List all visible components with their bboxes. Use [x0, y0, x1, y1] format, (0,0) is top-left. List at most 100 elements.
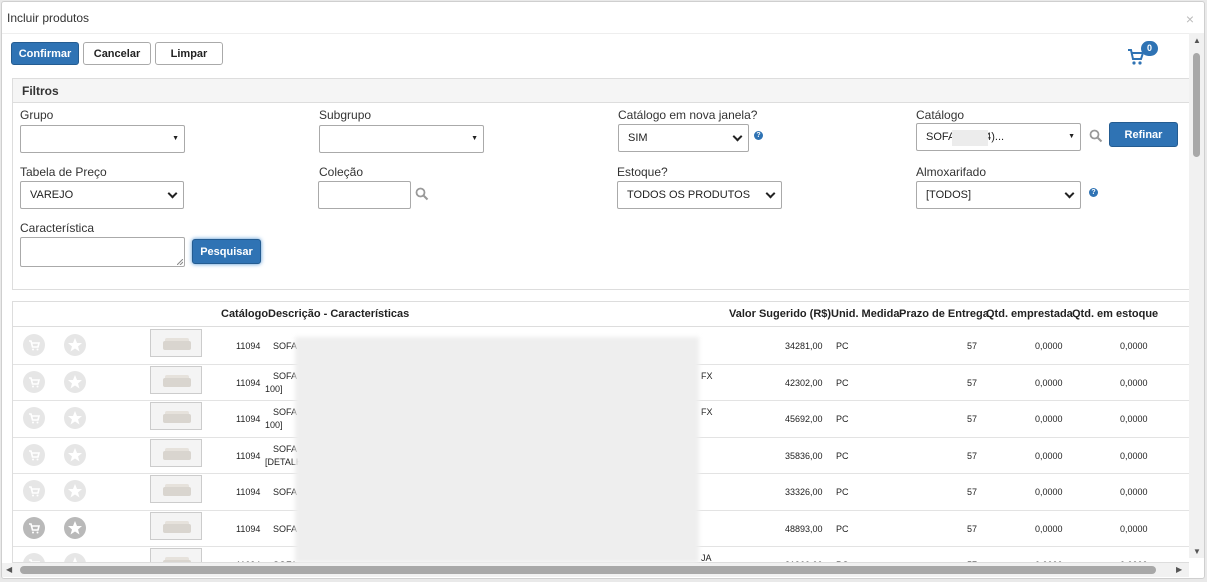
col-qtd-emprestada[interactable]: Qtd. emprestada: [986, 308, 1073, 320]
cell-qtd-estoque: 0,0000: [1120, 450, 1148, 461]
help-icon[interactable]: ?: [1089, 188, 1098, 197]
cell-valor-sugerido: 34281,00: [785, 341, 823, 351]
cart-button[interactable]: 0: [1127, 41, 1158, 69]
product-thumbnail[interactable]: [150, 548, 202, 562]
almoxarifado-select[interactable]: [TODOS]: [916, 181, 1081, 209]
cell-descricao: SOFA: [273, 443, 298, 454]
col-prazo-entrega[interactable]: Prazo de Entrega: [899, 308, 989, 320]
cell-qtd-estoque: 0,0000: [1120, 414, 1148, 424]
add-to-cart-icon[interactable]: [23, 370, 45, 393]
col-valor-sugerido[interactable]: Valor Sugerido (R$): [729, 308, 831, 320]
cell-descricao: SOFA: [273, 523, 298, 534]
product-thumbnail[interactable]: [150, 365, 202, 394]
cell-unid-medida: PC: [836, 341, 849, 351]
scroll-right-icon[interactable]: ▶: [1176, 565, 1182, 574]
vertical-scrollbar[interactable]: ▲ ▼: [1189, 33, 1204, 558]
cell-descricao-tail: JA: [701, 553, 712, 563]
close-icon[interactable]: ×: [1186, 11, 1194, 27]
caracteristica-textarea[interactable]: [20, 237, 185, 267]
horizontal-scrollbar[interactable]: ◀ ▶: [2, 563, 1189, 577]
confirmar-button[interactable]: Confirmar: [11, 42, 79, 65]
cell-qtd-emprestada: 0,0000: [1035, 377, 1063, 388]
add-to-cart-icon[interactable]: [23, 553, 45, 562]
cell-descricao-line2: 100]: [265, 420, 283, 430]
col-qtd-estoque[interactable]: Qtd. em estoque: [1072, 308, 1158, 320]
search-icon[interactable]: [1089, 129, 1103, 143]
search-icon[interactable]: [415, 187, 429, 201]
catalogo-nova-janela-select[interactable]: SIM: [618, 124, 749, 152]
grupo-select[interactable]: ▼: [20, 125, 185, 153]
add-to-cart-icon[interactable]: [23, 516, 45, 539]
col-descricao[interactable]: Descrição - Características: [268, 308, 409, 320]
cell-qtd-emprestada: 0,0000: [1035, 414, 1063, 424]
cell-descricao: SOFA: [273, 487, 298, 497]
grupo-label: Grupo: [20, 108, 54, 122]
colecao-input[interactable]: [318, 181, 411, 209]
cell-catalogo: 11094: [236, 377, 261, 388]
add-to-cart-icon[interactable]: [23, 407, 45, 429]
product-thumbnail[interactable]: [150, 511, 202, 540]
add-to-cart-icon[interactable]: [23, 480, 45, 502]
scroll-down-icon[interactable]: ▼: [1193, 547, 1201, 556]
scroll-left-icon[interactable]: ◀: [6, 565, 12, 574]
modal-title: Incluir produtos: [7, 11, 90, 25]
cell-descricao: SOFA: [273, 407, 298, 417]
add-to-cart-icon[interactable]: [23, 443, 45, 466]
add-to-cart-icon[interactable]: [23, 334, 45, 356]
product-thumbnail[interactable]: [150, 475, 202, 503]
vertical-scroll-thumb[interactable]: [1193, 53, 1200, 157]
catalogo-nova-janela-label: Catálogo em nova janela?: [618, 108, 758, 122]
pesquisar-button[interactable]: Pesquisar: [192, 239, 261, 264]
cell-qtd-emprestada: 0,0000: [1035, 341, 1063, 351]
cell-catalogo: 11094: [236, 523, 261, 534]
tabela-preco-select[interactable]: VAREJO: [20, 181, 184, 209]
cell-qtd-emprestada: 0,0000: [1035, 487, 1063, 497]
cell-qtd-emprestada: 0,0000: [1035, 450, 1063, 461]
scroll-up-icon[interactable]: ▲: [1193, 36, 1201, 45]
cell-prazo-entrega: 57: [967, 377, 978, 388]
cell-prazo-entrega: 57: [967, 341, 978, 351]
cell-catalogo: 11094: [236, 450, 261, 461]
star-icon[interactable]: [64, 334, 86, 356]
cell-valor-sugerido: 48893,00: [785, 523, 823, 534]
cell-descricao-line2: 100]: [265, 383, 283, 394]
catalogo-nova-janela-value: SIM: [628, 132, 648, 144]
cell-prazo-entrega: 57: [967, 450, 978, 461]
estoque-value: TODOS OS PRODUTOS: [627, 189, 751, 201]
catalogo-label: Catálogo: [916, 108, 965, 122]
col-catalogo[interactable]: Catálogo: [221, 308, 268, 320]
catalogo-select[interactable]: SOFA (11094)... ▼: [916, 123, 1081, 151]
star-icon[interactable]: [64, 443, 86, 466]
limpar-button[interactable]: Limpar: [155, 42, 223, 65]
refinar-button[interactable]: Refinar: [1109, 122, 1178, 147]
star-icon[interactable]: [64, 516, 86, 539]
cell-catalogo: 11094: [236, 414, 261, 424]
cell-prazo-entrega: 57: [967, 487, 978, 497]
help-icon[interactable]: ?: [754, 131, 763, 140]
horizontal-scroll-thumb[interactable]: [20, 566, 1156, 574]
cell-descricao: SOFA: [273, 370, 298, 381]
cell-descricao-tail: FX: [701, 407, 713, 417]
incluir-produtos-modal: Incluir produtos × Confirmar Cancelar Li…: [1, 1, 1205, 579]
product-thumbnail[interactable]: [150, 402, 202, 430]
cancelar-button[interactable]: Cancelar: [83, 42, 151, 65]
cell-unid-medida: PC: [836, 450, 849, 461]
star-icon[interactable]: [64, 480, 86, 502]
star-icon[interactable]: [64, 407, 86, 429]
resize-handle-icon[interactable]: [177, 259, 183, 265]
chevron-down-icon: [765, 188, 776, 199]
star-icon[interactable]: [64, 370, 86, 393]
star-icon[interactable]: [64, 553, 86, 562]
cart-count-badge: 0: [1141, 41, 1158, 56]
cell-qtd-estoque: 0,0000: [1120, 377, 1148, 388]
chevron-down-icon: [732, 131, 743, 142]
product-thumbnail[interactable]: [150, 329, 202, 357]
col-unid-medida[interactable]: Unid. Medida: [831, 308, 899, 320]
product-thumbnail[interactable]: [150, 438, 202, 467]
caret-down-icon: ▼: [471, 135, 478, 142]
cell-qtd-estoque: 0,0000: [1120, 487, 1148, 497]
cell-descricao-tail: FX: [701, 370, 713, 381]
cell-catalogo: 11094: [236, 487, 261, 497]
subgrupo-select[interactable]: ▼: [319, 125, 484, 153]
estoque-select[interactable]: TODOS OS PRODUTOS: [617, 181, 782, 209]
